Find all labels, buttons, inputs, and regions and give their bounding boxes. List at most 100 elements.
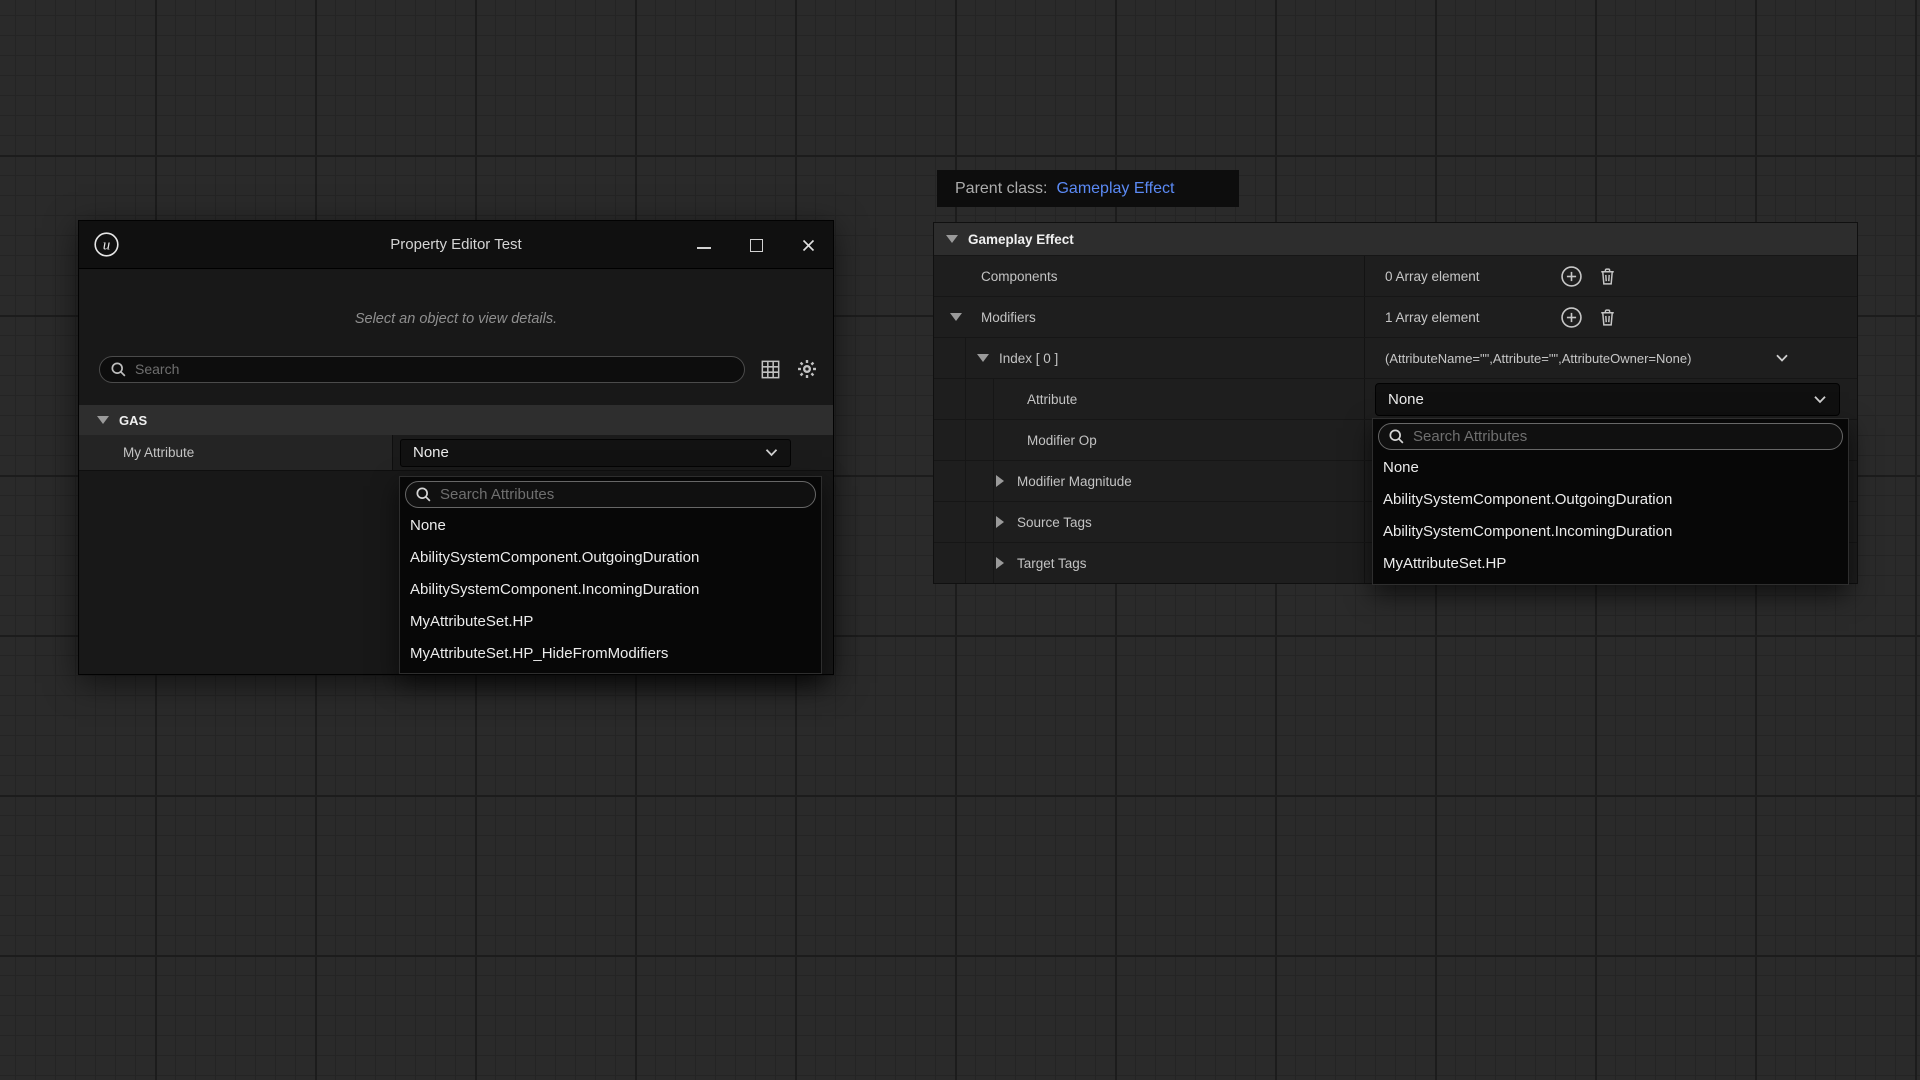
- attribute-search-input[interactable]: [440, 486, 806, 503]
- dropdown-item[interactable]: AbilitySystemComponent.IncomingDuration: [400, 574, 821, 606]
- parent-class-link[interactable]: Gameplay Effect: [1056, 180, 1174, 198]
- row-index-0[interactable]: Index [ 0 ] (AttributeName="",Attribute=…: [934, 337, 1857, 378]
- category-label: Gameplay Effect: [968, 232, 1074, 247]
- chevron-down-icon: [1813, 395, 1827, 404]
- row-label: Modifier Op: [934, 420, 1364, 460]
- clear-array-button[interactable]: [1597, 266, 1618, 287]
- table-grid-icon: [760, 359, 781, 380]
- attribute-search-input[interactable]: [1413, 428, 1833, 445]
- dropdown-item[interactable]: MyAttributeSet.HP: [1373, 548, 1848, 580]
- expander-right-icon[interactable]: [996, 557, 1004, 569]
- indent-guide: [993, 543, 994, 583]
- dropdown-item[interactable]: AbilitySystemComponent.OutgoingDuration: [400, 542, 821, 574]
- attribute-options-list: NoneAbilitySystemComponent.OutgoingDurat…: [400, 510, 821, 670]
- search-icon: [415, 486, 432, 503]
- expander-down-icon[interactable]: [977, 354, 989, 362]
- category-header-gas[interactable]: GAS: [79, 405, 833, 435]
- row-label: Source Tags: [934, 502, 1364, 542]
- indent-guide: [993, 461, 994, 501]
- dropdown-item[interactable]: None: [400, 510, 821, 542]
- row-label: Modifiers: [934, 297, 1364, 337]
- row-modifiers[interactable]: Modifiers 1 Array element: [934, 296, 1857, 337]
- details-search-box[interactable]: [99, 356, 745, 383]
- close-button[interactable]: [799, 236, 817, 254]
- attribute-search-box[interactable]: [1378, 423, 1843, 450]
- row-label: Components: [934, 256, 1364, 296]
- row-value: 0 Array element: [1364, 256, 1857, 296]
- dropdown-item[interactable]: AbilitySystemComponent.OutgoingDuration: [1373, 484, 1848, 516]
- dropdown-item[interactable]: MyAttributeSet.HP_HideFromModifiers: [400, 638, 821, 670]
- search-icon: [1388, 428, 1405, 445]
- struct-combo-button[interactable]: [1775, 351, 1789, 366]
- add-array-element-button[interactable]: [1560, 306, 1583, 329]
- attribute-picker-dropdown: NoneAbilitySystemComponent.OutgoingDurat…: [399, 476, 822, 674]
- maximize-button[interactable]: [747, 236, 765, 254]
- category-header-gameplay-effect[interactable]: Gameplay Effect: [934, 223, 1857, 255]
- combo-selected-value: None: [413, 444, 449, 461]
- blueprint-grid-background: u Property Editor Test Select an object …: [0, 0, 1920, 1080]
- row-label: Index [ 0 ]: [934, 338, 1364, 378]
- settings-button[interactable]: [796, 358, 818, 380]
- add-array-element-button[interactable]: [1560, 265, 1583, 288]
- row-value: None: [1364, 379, 1857, 419]
- indent-guide: [993, 420, 994, 460]
- expander-right-icon[interactable]: [996, 516, 1004, 528]
- row-components[interactable]: Components 0 Array element: [934, 255, 1857, 296]
- trash-icon: [1597, 266, 1618, 287]
- window-titlebar[interactable]: u Property Editor Test: [79, 221, 833, 269]
- maximize-icon: [750, 239, 763, 252]
- property-label: My Attribute: [79, 435, 393, 471]
- row-attribute[interactable]: Attribute None: [934, 378, 1857, 419]
- details-search-input[interactable]: [135, 361, 734, 377]
- attribute-combobox[interactable]: None: [1375, 383, 1840, 416]
- row-value: (AttributeName="",Attribute="",Attribute…: [1364, 338, 1857, 378]
- my-attribute-combobox[interactable]: None: [400, 439, 791, 467]
- struct-preview-text: (AttributeName="",Attribute="",Attribute…: [1365, 351, 1691, 366]
- row-value: 1 Array element: [1364, 297, 1857, 337]
- category-label: GAS: [119, 413, 147, 428]
- indent-guide: [965, 420, 966, 460]
- indent-guide: [965, 502, 966, 542]
- parent-class-bar: Parent class: Gameplay Effect: [937, 170, 1239, 207]
- combo-selected-value: None: [1388, 391, 1424, 408]
- array-count-text: 0 Array element: [1365, 269, 1560, 284]
- indent-guide: [993, 379, 994, 419]
- indent-guide: [965, 461, 966, 501]
- trash-icon: [1597, 307, 1618, 328]
- row-label: Attribute: [934, 379, 1364, 419]
- minimize-icon: [697, 247, 711, 249]
- dropdown-item[interactable]: MyAttributeSet.HP: [400, 606, 821, 638]
- empty-selection-hint: Select an object to view details.: [79, 311, 833, 327]
- expander-right-icon[interactable]: [996, 475, 1004, 487]
- attribute-search-box[interactable]: [405, 481, 816, 508]
- expander-down-icon[interactable]: [97, 416, 109, 424]
- indent-guide: [965, 338, 966, 378]
- details-toolbar: [99, 355, 818, 383]
- dropdown-item[interactable]: AbilitySystemComponent.IncomingDuration: [1373, 516, 1848, 548]
- indent-guide: [993, 502, 994, 542]
- row-label: Modifier Magnitude: [934, 461, 1364, 501]
- window-controls: [695, 221, 817, 269]
- gear-icon: [796, 358, 818, 380]
- chevron-down-icon: [1775, 354, 1789, 363]
- chevron-down-icon: [765, 448, 778, 457]
- my-attribute-row[interactable]: My Attribute None: [79, 435, 833, 471]
- dropdown-item[interactable]: None: [1373, 452, 1848, 484]
- plus-circle-icon: [1560, 306, 1583, 329]
- parent-class-label: Parent class:: [955, 180, 1047, 198]
- search-icon: [110, 361, 127, 378]
- row-label: Target Tags: [934, 543, 1364, 583]
- property-value-cell: None: [393, 435, 833, 471]
- attribute-options-list: NoneAbilitySystemComponent.OutgoingDurat…: [1373, 452, 1848, 580]
- minimize-button[interactable]: [695, 236, 713, 254]
- plus-circle-icon: [1560, 265, 1583, 288]
- array-count-text: 1 Array element: [1365, 310, 1560, 325]
- close-icon: [801, 238, 816, 253]
- expander-down-icon[interactable]: [950, 313, 962, 321]
- attribute-picker-dropdown: NoneAbilitySystemComponent.OutgoingDurat…: [1372, 418, 1849, 585]
- property-editor-test-window: u Property Editor Test Select an object …: [78, 220, 834, 675]
- indent-guide: [965, 543, 966, 583]
- display-filter-button[interactable]: [760, 359, 781, 380]
- expander-down-icon[interactable]: [946, 235, 958, 243]
- clear-array-button[interactable]: [1597, 307, 1618, 328]
